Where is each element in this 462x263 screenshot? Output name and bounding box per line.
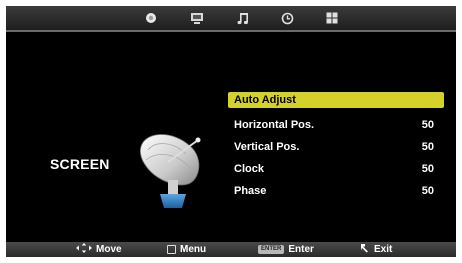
menu-item-phase[interactable]: Phase 50 xyxy=(228,180,444,202)
satellite-dish-icon xyxy=(134,128,212,210)
content-area: SCREEN Auto Adjust Horizontal Pos. 50 Ve… xyxy=(6,32,456,242)
picture-icon[interactable] xyxy=(143,10,159,26)
section-title: SCREEN xyxy=(50,156,110,172)
move-arrows-icon xyxy=(76,243,92,256)
menu-item-label: Horizontal Pos. xyxy=(234,119,315,131)
menu-item-auto-adjust[interactable]: Auto Adjust xyxy=(228,92,444,108)
music-note-icon[interactable] xyxy=(235,10,251,26)
hint-enter: ENTER Enter xyxy=(258,242,314,257)
hint-move: Move xyxy=(76,242,122,257)
hint-menu-label: Menu xyxy=(180,244,207,255)
hint-move-label: Move xyxy=(96,244,122,255)
hint-exit: Exit xyxy=(360,242,392,257)
menu-item-label: Clock xyxy=(234,163,264,175)
menu-item-value: 50 xyxy=(421,185,434,197)
hint-exit-label: Exit xyxy=(374,244,393,255)
hint-menu: Menu xyxy=(167,242,206,257)
menu-item-value: 50 xyxy=(421,163,434,175)
menu-item-label: Auto Adjust xyxy=(234,94,296,106)
menu-item-label: Vertical Pos. xyxy=(234,141,300,153)
menu-item-label: Phase xyxy=(234,185,267,197)
clock-icon[interactable] xyxy=(279,10,295,26)
screen-icon[interactable] xyxy=(189,10,205,26)
hint-enter-label: Enter xyxy=(288,244,314,255)
menu-item-vertical-pos[interactable]: Vertical Pos. 50 xyxy=(228,136,444,158)
menu-item-horizontal-pos[interactable]: Horizontal Pos. 50 xyxy=(228,114,444,136)
enter-key-icon: ENTER xyxy=(258,245,285,254)
menu-item-clock[interactable]: Clock 50 xyxy=(228,158,444,180)
tab-bar xyxy=(6,6,456,30)
menu-item-value: 50 xyxy=(421,141,434,153)
exit-arrow-icon xyxy=(360,243,370,256)
menu-key-icon xyxy=(167,245,176,254)
screen-menu: Auto Adjust Horizontal Pos. 50 Vertical … xyxy=(228,92,444,202)
menu-item-value: 50 xyxy=(421,119,434,131)
footer-hints: Move Menu ENTER Enter Exit xyxy=(6,242,456,257)
options-grid-icon[interactable] xyxy=(324,10,340,26)
osd-menu: SCREEN Auto Adjust Horizontal Pos. 50 Ve… xyxy=(6,6,456,257)
